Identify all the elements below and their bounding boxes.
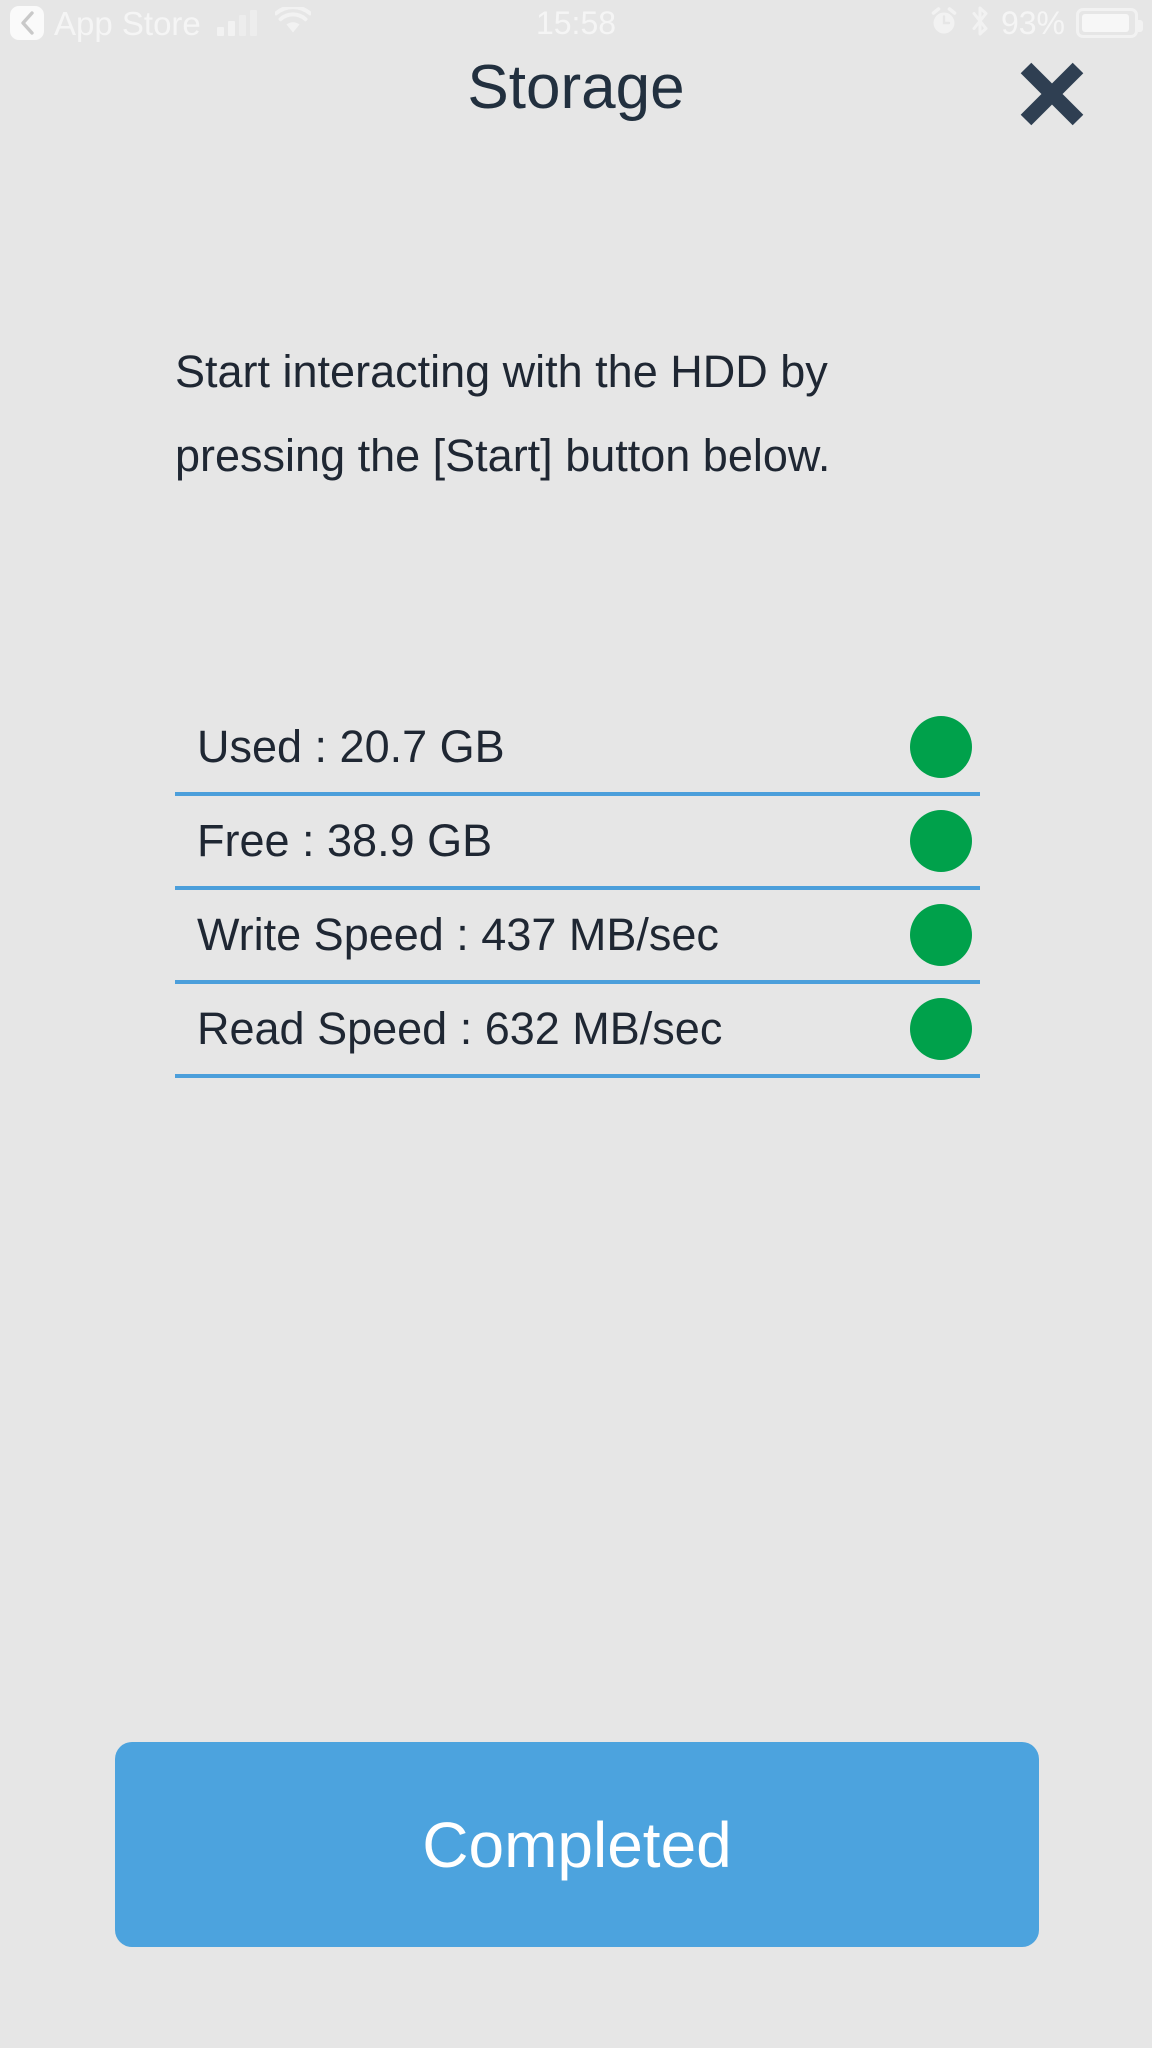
table-row: Used : 20.7 GB <box>175 702 980 796</box>
battery-percent-label: 93% <box>1001 5 1065 42</box>
stat-label: Used : 20.7 GB <box>175 721 505 773</box>
instruction-line-2: pressing the [Start] button below. <box>175 414 995 498</box>
table-row: Free : 38.9 GB <box>175 796 980 890</box>
stat-label: Free : 38.9 GB <box>175 815 492 867</box>
battery-icon <box>1076 8 1138 38</box>
status-indicator-dot <box>910 998 972 1060</box>
table-row: Read Speed : 632 MB/sec <box>175 984 980 1078</box>
completed-button[interactable]: Completed <box>115 1742 1039 1947</box>
storage-stats-list: Used : 20.7 GB Free : 38.9 GB Write Spee… <box>175 702 980 1078</box>
page-title: Storage <box>0 44 1152 132</box>
table-row: Write Speed : 437 MB/sec <box>175 890 980 984</box>
instruction-line-1: Start interacting with the HDD by <box>175 330 995 414</box>
bluetooth-icon <box>970 5 990 42</box>
close-x-icon <box>1016 58 1088 130</box>
status-indicator-dot <box>910 810 972 872</box>
stat-label: Write Speed : 437 MB/sec <box>175 909 719 961</box>
close-button[interactable] <box>1014 56 1090 132</box>
status-indicator-dot <box>910 904 972 966</box>
stat-label: Read Speed : 632 MB/sec <box>175 1003 722 1055</box>
navigation-bar: Storage <box>0 38 1152 138</box>
completed-button-label: Completed <box>422 1813 732 1877</box>
status-indicator-dot <box>910 716 972 778</box>
storage-screen: App Store 15:58 <box>0 0 1152 2048</box>
alarm-clock-icon <box>929 6 959 41</box>
instruction-text: Start interacting with the HDD by pressi… <box>175 330 995 498</box>
